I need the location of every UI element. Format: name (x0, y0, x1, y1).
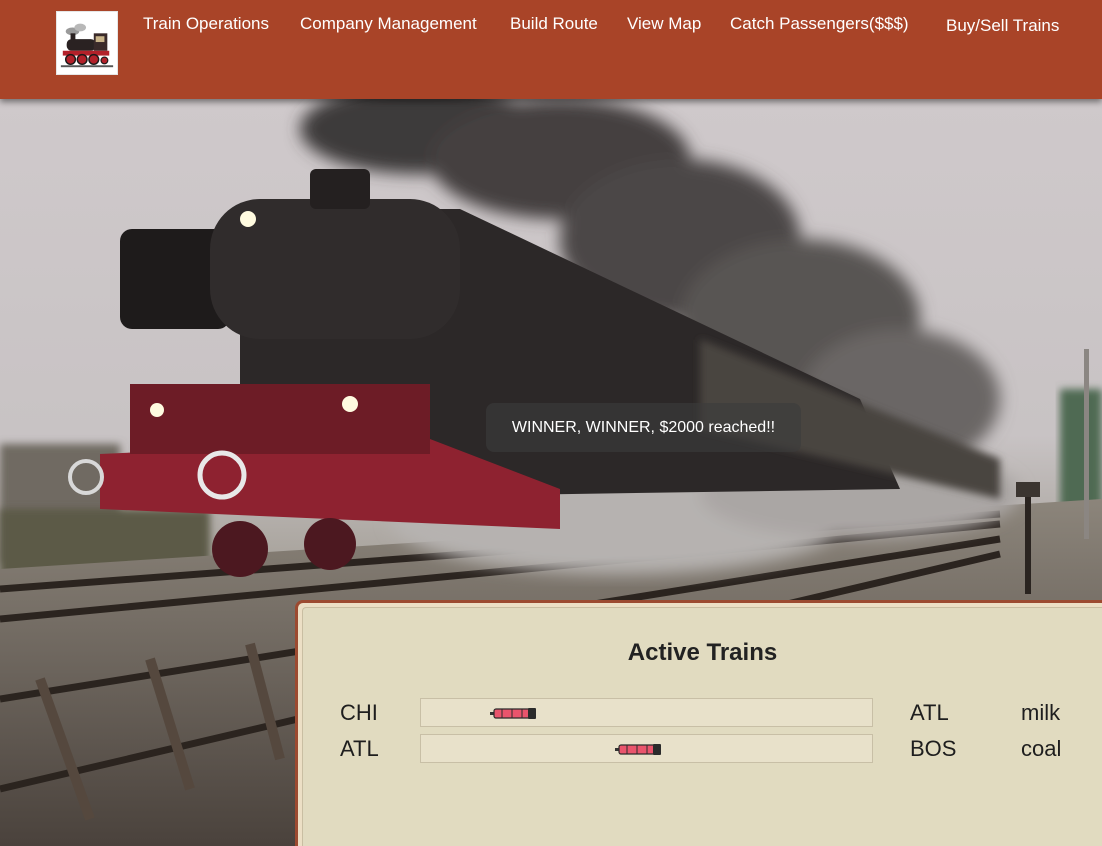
nav-view-map[interactable]: View Map (627, 14, 701, 34)
nav-buy-sell-trains[interactable]: Buy/Sell Trains (946, 16, 1059, 36)
active-trains-panel: Active Trains CHI ATL milk ATL BOS coal (295, 600, 1102, 846)
train-row-2-origin: ATL (340, 736, 379, 761)
train-row-1-track (420, 698, 873, 727)
winner-toast: WINNER, WINNER, $2000 reached!! (486, 403, 801, 452)
active-trains-panel-body: Active Trains CHI ATL milk ATL BOS coal (302, 607, 1102, 846)
train-row-2-track (420, 734, 873, 763)
top-navbar: Train Operations Company Management Buil… (0, 0, 1102, 99)
train-row-1-cargo: milk (1021, 700, 1061, 725)
nav-catch-passengers[interactable]: Catch Passengers($$$) (730, 14, 909, 34)
steam-locomotive-logo-icon[interactable] (56, 11, 118, 75)
nav-train-operations[interactable]: Train Operations (143, 14, 269, 34)
active-trains-title: Active Trains (627, 639, 778, 666)
train-row-2-destination: BOS (910, 736, 957, 761)
train-icon[interactable] (615, 744, 661, 755)
train-row-1-origin: CHI (340, 700, 378, 725)
nav-company-management[interactable]: Company Management (300, 14, 477, 34)
train-icon[interactable] (490, 708, 536, 719)
nav-build-route[interactable]: Build Route (510, 14, 598, 34)
train-row-2-cargo: coal (1021, 736, 1062, 761)
train-row-1-destination: ATL (910, 700, 949, 725)
